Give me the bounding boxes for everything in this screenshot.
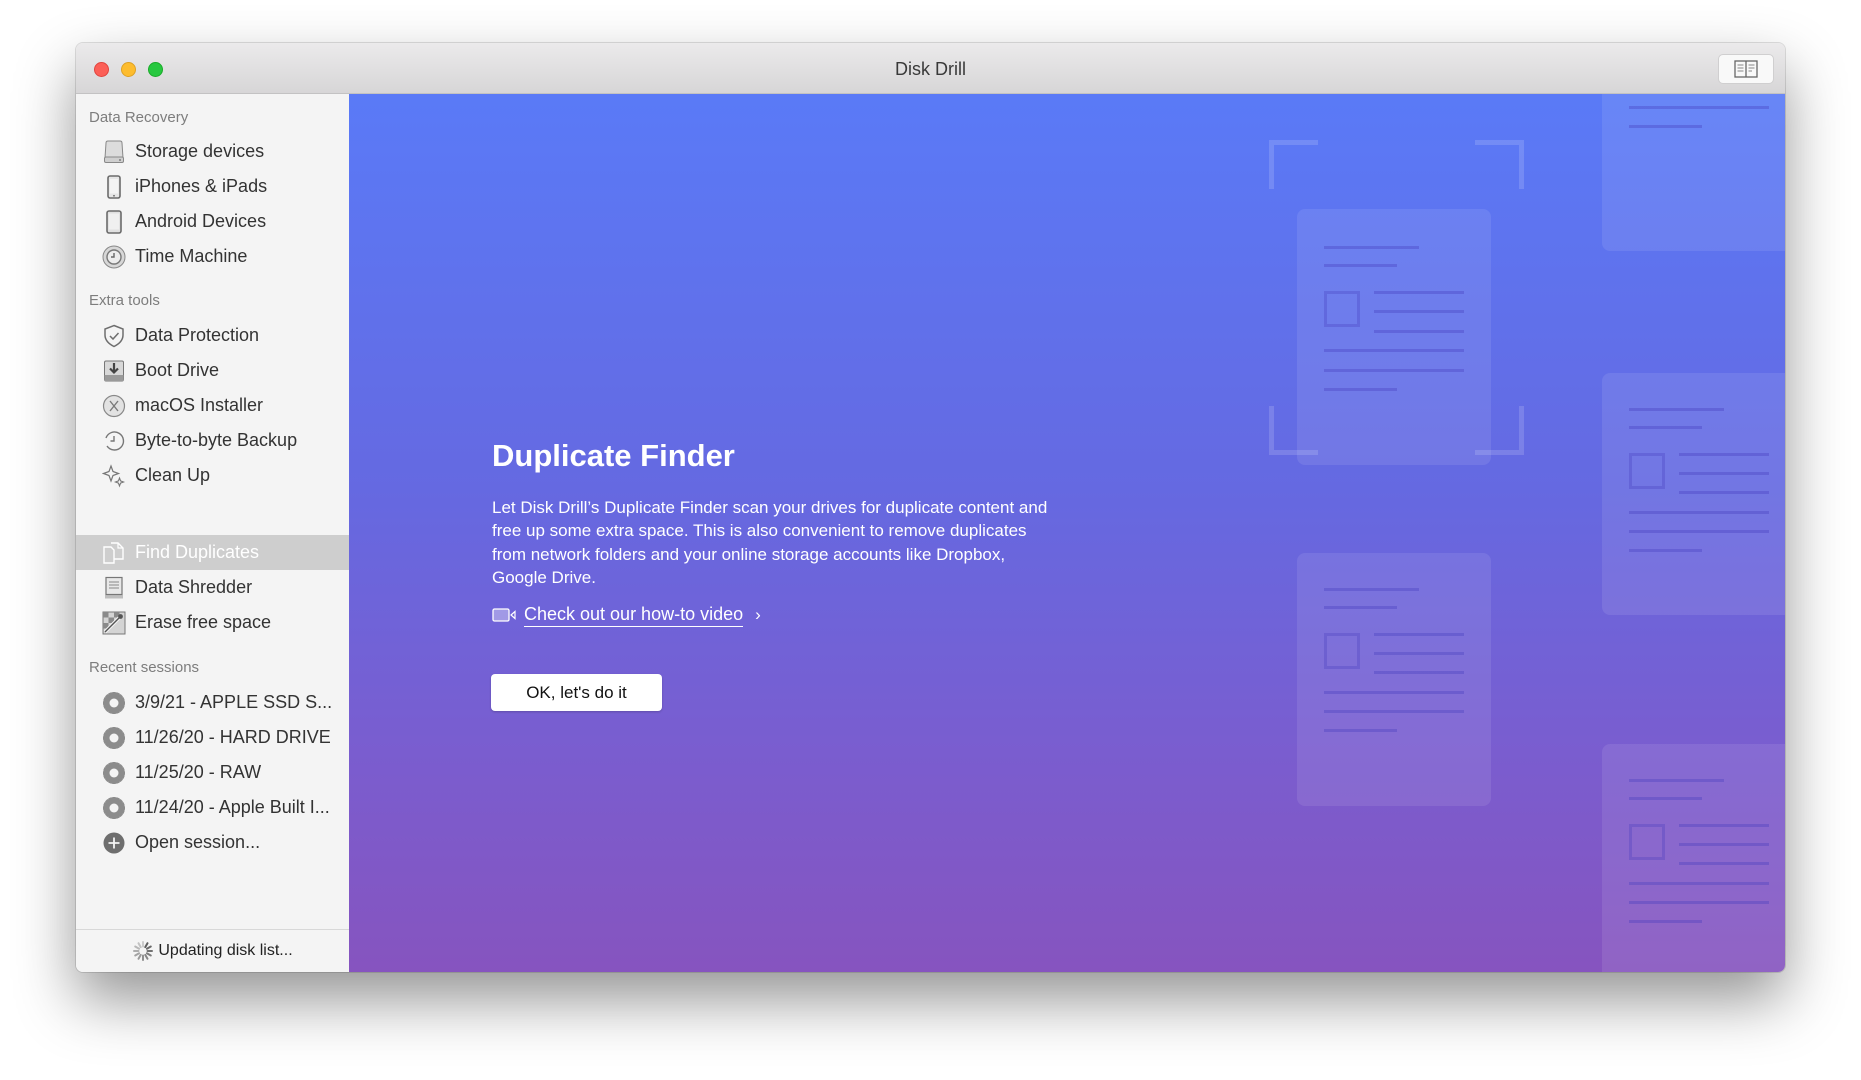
- sidebar-item-byte-to-byte-backup[interactable]: Byte-to-byte Backup: [76, 423, 349, 458]
- sidebar-footer: Updating disk list...: [76, 929, 349, 972]
- hard-drive-icon: [101, 139, 127, 165]
- sidebar-item-macos-installer[interactable]: macOS Installer: [76, 388, 349, 423]
- sidebar-item-open-session[interactable]: Open session...: [76, 825, 349, 860]
- gear-icon: [101, 690, 127, 716]
- gear-icon: [101, 725, 127, 751]
- sidebar-item-label: Data Shredder: [135, 577, 253, 597]
- sidebar-item-label: Byte-to-byte Backup: [135, 430, 298, 450]
- sidebar-item-label: Open session...: [135, 832, 261, 852]
- sidebar-item-label: 11/24/20 - Apple Built I...: [135, 797, 330, 817]
- sidebar-item-label: Boot Drive: [135, 360, 220, 380]
- gear-icon: [101, 795, 127, 821]
- sidebar-item-label: Time Machine: [135, 246, 248, 266]
- page-title: Duplicate Finder: [492, 438, 735, 473]
- sidebar-item-session[interactable]: 11/26/20 - HARD DRIVE: [76, 720, 349, 755]
- section-header-data-recovery: Data Recovery: [89, 109, 189, 126]
- chevron-right-icon: ›: [755, 605, 761, 624]
- sidebar-item-label: iPhones & iPads: [135, 176, 268, 196]
- title-bar: Disk Drill: [76, 43, 1785, 94]
- sidebar-toggle-button[interactable]: [1718, 54, 1774, 84]
- sidebar-item-label: 3/9/21 - APPLE SSD S...: [135, 692, 333, 712]
- main-content: Duplicate Finder Let Disk Drill’s Duplic…: [349, 94, 1785, 972]
- sidebar-item-clean-up[interactable]: Clean Up: [76, 458, 349, 493]
- plus-circle-icon: [101, 830, 127, 856]
- android-device-icon: [101, 209, 127, 235]
- sidebar-item-session[interactable]: 11/25/20 - RAW: [76, 755, 349, 790]
- duplicate-files-icon: [101, 540, 127, 566]
- section-header-recent-sessions: Recent sessions: [89, 659, 200, 676]
- sidebar-item-data-protection[interactable]: Data Protection: [76, 318, 349, 353]
- gear-icon: [101, 760, 127, 786]
- macos-installer-icon: [101, 393, 127, 419]
- erase-space-icon: [101, 610, 127, 636]
- sidebar-item-session[interactable]: 3/9/21 - APPLE SSD S...: [76, 685, 349, 720]
- document-illustration: [1297, 553, 1491, 806]
- spinner-icon: [133, 941, 154, 961]
- ok-lets-do-it-button[interactable]: OK, let's do it: [491, 674, 662, 711]
- document-illustration: [1602, 94, 1785, 251]
- sidebar-item-session[interactable]: 11/24/20 - Apple Built I...: [76, 790, 349, 825]
- focus-bracket: [1269, 140, 1318, 189]
- window-title: Disk Drill: [895, 59, 966, 79]
- sidebar-item-label: 11/25/20 - RAW: [135, 762, 262, 782]
- sidebar-item-android-devices[interactable]: Android Devices: [76, 204, 349, 239]
- sidebar-item-label: Clean Up: [135, 465, 211, 485]
- iphone-icon: [101, 174, 127, 200]
- document-illustration: [1602, 373, 1785, 615]
- sidebar-item-label: Data Protection: [135, 325, 260, 345]
- sidebar-item-data-shredder[interactable]: Data Shredder: [76, 570, 349, 605]
- boot-drive-icon: [101, 358, 127, 384]
- sparkles-icon: [101, 463, 127, 489]
- sidebar-item-erase-free-space[interactable]: Erase free space: [76, 605, 349, 640]
- how-to-video-link[interactable]: Check out our how-to video ›: [492, 602, 761, 628]
- sidebar-item-boot-drive[interactable]: Boot Drive: [76, 353, 349, 388]
- video-camera-icon: [492, 608, 516, 622]
- document-illustration: [1297, 209, 1491, 465]
- focus-bracket: [1475, 140, 1524, 189]
- sidebar-item-label: macOS Installer: [135, 395, 264, 415]
- sidebar-item-storage-devices[interactable]: Storage devices: [76, 134, 349, 169]
- sidebar-item-label: Find Duplicates: [135, 542, 260, 562]
- sidebar-item-label: Android Devices: [135, 211, 267, 231]
- backup-clock-icon: [101, 428, 127, 454]
- sidebar-item-label: 11/26/20 - HARD DRIVE: [135, 727, 331, 747]
- sidebar-item-label: Storage devices: [135, 141, 265, 161]
- status-text: Updating disk list...: [158, 942, 293, 959]
- how-to-video-label[interactable]: Check out our how-to video: [524, 604, 744, 627]
- shield-check-icon: [101, 323, 127, 349]
- app-window: Disk Drill Data Recovery Storage devices: [76, 43, 1785, 972]
- sidebar: Data Recovery Storage devices iPhones & …: [76, 94, 349, 972]
- time-machine-icon: [101, 244, 127, 270]
- shredder-icon: [101, 575, 127, 601]
- feature-description: Let Disk Drill’s Duplicate Finder scan y…: [492, 498, 1048, 588]
- document-illustration: [1602, 744, 1785, 972]
- sidebar-toggle-icon: [1734, 60, 1758, 78]
- sidebar-item-time-machine[interactable]: Time Machine: [76, 239, 349, 274]
- sidebar-item-label: Erase free space: [135, 612, 272, 632]
- sidebar-item-find-duplicates[interactable]: Find Duplicates: [76, 535, 349, 570]
- sidebar-item-iphones-ipads[interactable]: iPhones & iPads: [76, 169, 349, 204]
- section-header-extra-tools: Extra tools: [89, 292, 160, 309]
